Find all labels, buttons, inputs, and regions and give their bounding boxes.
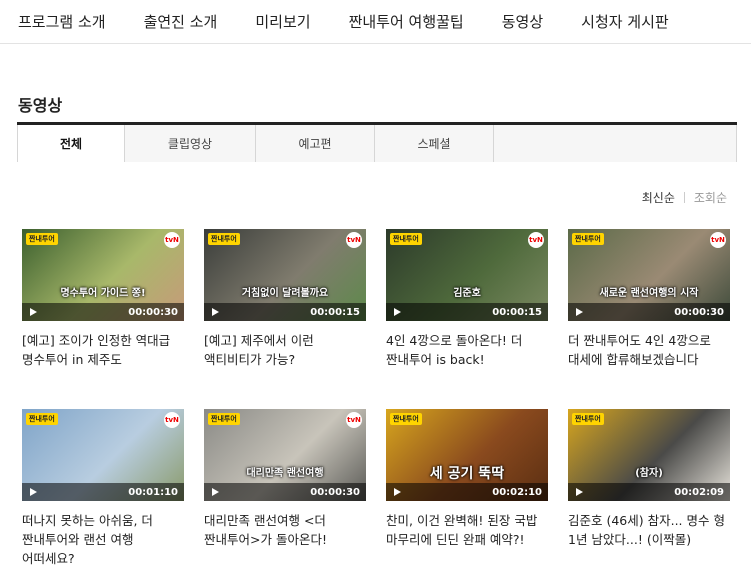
nav-cast-intro[interactable]: 출연진 소개 <box>144 11 218 32</box>
thumbnail-caption: 거침없이 달려볼까요 <box>241 288 329 299</box>
video-title[interactable]: [예고] 제주에서 이런 액티비티가 가능? <box>204 331 366 369</box>
video-duration: 00:02:09 <box>674 487 724 498</box>
thumbnail-caption: (참자) <box>635 468 663 479</box>
video-thumbnail[interactable]: 짠내투어 세 공기 뚝딱 00:02:10 <box>386 409 548 501</box>
video-card[interactable]: 짠내투어 tvN 명수투어 가이드 쫑! 00:00:30 [예고] 조이가 인… <box>22 229 184 369</box>
play-icon[interactable] <box>30 488 37 496</box>
channel-logo: tvN <box>346 232 362 248</box>
tab-all[interactable]: 전체 <box>17 125 125 162</box>
show-logo-badge: 짠내투어 <box>208 413 240 425</box>
video-thumbnail[interactable]: 짠내투어 tvN 거침없이 달려볼까요 00:00:15 <box>204 229 366 321</box>
video-thumbnail[interactable]: 짠내투어 tvN 새로운 랜선여행의 시작 00:00:30 <box>568 229 730 321</box>
play-icon[interactable] <box>30 308 37 316</box>
show-logo-badge: 짠내투어 <box>390 413 422 425</box>
video-category-tabs: 전체 클립영상 예고편 스페셜 <box>17 122 737 162</box>
channel-logo: tvN <box>164 232 180 248</box>
sort-latest[interactable]: 최신순 <box>642 189 675 206</box>
video-duration: 00:02:10 <box>492 487 542 498</box>
show-logo-badge: 짠내투어 <box>572 233 604 245</box>
nav-videos[interactable]: 동영상 <box>502 11 543 32</box>
video-duration: 00:00:15 <box>492 307 542 318</box>
video-thumbnail[interactable]: 짠내투어 tvN 김준호 00:00:15 <box>386 229 548 321</box>
nav-program-intro[interactable]: 프로그램 소개 <box>18 11 106 32</box>
video-title[interactable]: 더 짠내투어도 4인 4깡으로 대세에 합류해보겠습니다 <box>568 331 730 369</box>
tab-special[interactable]: 스페셜 <box>375 125 494 162</box>
tab-clips[interactable]: 클립영상 <box>125 125 256 162</box>
channel-logo: tvN <box>346 412 362 428</box>
nav-preview[interactable]: 미리보기 <box>255 11 310 32</box>
video-title[interactable]: 김준호 (46세) 참자... 명수 형 1년 남았다...! (이짝몰) <box>568 511 730 549</box>
video-card[interactable]: 짠내투어 세 공기 뚝딱 00:02:10 찬미, 이건 완벽해! 된장 국밥 … <box>386 409 548 549</box>
video-thumbnail[interactable]: 짠내투어 tvN 명수투어 가이드 쫑! 00:00:30 <box>22 229 184 321</box>
video-card[interactable]: 짠내투어 tvN 김준호 00:00:15 4인 4깡으로 돌아온다! 더 짠내… <box>386 229 548 369</box>
channel-logo: tvN <box>528 232 544 248</box>
thumbnail-caption: 새로운 랜선여행의 시작 <box>599 288 699 299</box>
video-duration: 00:00:30 <box>128 307 178 318</box>
video-title[interactable]: 대리만족 랜선여행 <더 짠내투어>가 돌아온다! <box>204 511 366 549</box>
video-title[interactable]: 떠나지 못하는 아쉬움, 더 짠내투어와 랜선 여행 어떠세요? <box>22 511 184 568</box>
play-icon[interactable] <box>576 308 583 316</box>
video-duration: 00:01:10 <box>128 487 178 498</box>
video-duration: 00:00:15 <box>310 307 360 318</box>
channel-logo: tvN <box>710 232 726 248</box>
video-title[interactable]: 4인 4깡으로 돌아온다! 더 짠내투어 is back! <box>386 331 548 369</box>
play-icon[interactable] <box>394 308 401 316</box>
section-title: 동영상 <box>18 96 63 115</box>
show-logo-badge: 짠내투어 <box>208 233 240 245</box>
video-duration: 00:00:30 <box>310 487 360 498</box>
video-card[interactable]: 짠내투어 tvN 00:01:10 떠나지 못하는 아쉬움, 더 짠내투어와 랜… <box>22 409 184 568</box>
video-card[interactable]: 짠내투어 tvN 대리만족 랜선여행 00:00:30 대리만족 랜선여행 <더… <box>204 409 366 549</box>
nav-viewer-board[interactable]: 시청자 게시판 <box>581 11 669 32</box>
video-card[interactable]: 짠내투어 (참자) 00:02:09 김준호 (46세) 참자... 명수 형 … <box>568 409 730 549</box>
video-duration: 00:00:30 <box>674 307 724 318</box>
video-title[interactable]: 찬미, 이건 완벽해! 된장 국밥 마무리에 딘딘 완패 예약?! <box>386 511 548 549</box>
show-logo-badge: 짠내투어 <box>26 413 58 425</box>
video-title[interactable]: [예고] 조이가 인정한 역대급 명수투어 in 제주도 <box>22 331 184 369</box>
top-navigation: 프로그램 소개 출연진 소개 미리보기 짠내투어 여행꿀팁 동영상 시청자 게시… <box>0 0 751 44</box>
sort-options: 최신순 조회순 <box>642 189 727 206</box>
play-icon[interactable] <box>576 488 583 496</box>
tab-filler <box>494 125 737 162</box>
video-thumbnail[interactable]: 짠내투어 tvN 대리만족 랜선여행 00:00:30 <box>204 409 366 501</box>
video-thumbnail[interactable]: 짠내투어 (참자) 00:02:09 <box>568 409 730 501</box>
show-logo-badge: 짠내투어 <box>390 233 422 245</box>
sort-divider <box>683 192 685 203</box>
show-logo-badge: 짠내투어 <box>26 233 58 245</box>
play-icon[interactable] <box>212 308 219 316</box>
video-thumbnail[interactable]: 짠내투어 tvN 00:01:10 <box>22 409 184 501</box>
nav-travel-tips[interactable]: 짠내투어 여행꿀팁 <box>349 11 464 32</box>
show-logo-badge: 짠내투어 <box>572 413 604 425</box>
play-icon[interactable] <box>212 488 219 496</box>
channel-logo: tvN <box>164 412 180 428</box>
video-card[interactable]: 짠내투어 tvN 새로운 랜선여행의 시작 00:00:30 더 짠내투어도 4… <box>568 229 730 369</box>
thumbnail-caption: 김준호 <box>453 288 481 299</box>
video-card[interactable]: 짠내투어 tvN 거침없이 달려볼까요 00:00:15 [예고] 제주에서 이… <box>204 229 366 369</box>
sort-views[interactable]: 조회순 <box>694 189 727 206</box>
thumbnail-caption: 세 공기 뚝딱 <box>429 466 505 482</box>
play-icon[interactable] <box>394 488 401 496</box>
thumbnail-caption: 명수투어 가이드 쫑! <box>60 288 146 299</box>
tab-trailers[interactable]: 예고편 <box>256 125 375 162</box>
thumbnail-caption: 대리만족 랜선여행 <box>246 468 324 479</box>
